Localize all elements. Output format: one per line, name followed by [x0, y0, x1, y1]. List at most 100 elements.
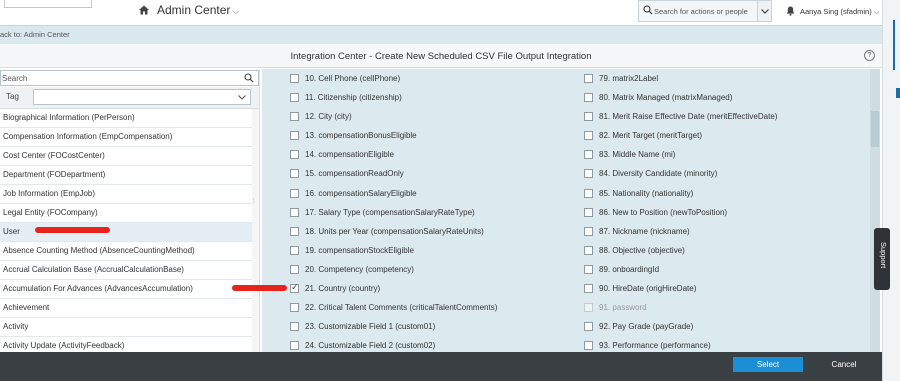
checkbox[interactable]: [290, 303, 299, 313]
search-placeholder: Search for actions or people: [654, 7, 748, 16]
field-option-label: 11. Citizenship (citizenship): [305, 93, 402, 103]
field-option-label: 81. Merit Raise Effective Date (meritEff…: [599, 112, 778, 122]
field-pane-scrollbar[interactable]: [870, 69, 880, 352]
cancel-button[interactable]: Cancel: [815, 357, 873, 372]
side-strip-accent: [893, 20, 895, 70]
field-option-label: 79. matrix2Label: [599, 74, 659, 83]
checkbox[interactable]: [584, 264, 593, 274]
checkbox[interactable]: [290, 322, 299, 332]
entity-list-item[interactable]: Cost Center (FOCostCenter): [0, 147, 252, 166]
checkbox[interactable]: [290, 245, 299, 255]
field-option-label: 85. Nationality (nationality): [599, 188, 694, 198]
entity-search-input[interactable]: Search: [0, 70, 259, 86]
field-option-label: 16. compensationSalaryEligible: [305, 188, 417, 198]
notification-bell-icon[interactable]: [786, 6, 795, 16]
field-option-label: 84. Diversity Candidate (minority): [599, 169, 718, 179]
checkbox-checked[interactable]: [290, 282, 299, 294]
field-option-label: 87. Nickname (nickname): [599, 226, 690, 236]
checkbox[interactable]: [290, 264, 299, 274]
app-title: Admin Center: [157, 3, 231, 17]
tag-filter-row: Tag: [0, 87, 259, 109]
entity-pane: Search Tag Biographical Information (Per…: [0, 69, 260, 352]
field-selection-pane: 10. Cell Phone (cellPhone) 11. Citizenshi…: [262, 69, 880, 352]
checkbox[interactable]: [290, 341, 299, 351]
checkbox[interactable]: [584, 150, 593, 160]
checkbox[interactable]: [584, 226, 593, 236]
checkbox[interactable]: [290, 112, 299, 122]
checkbox[interactable]: [290, 131, 299, 141]
entity-list-item[interactable]: Biographical Information (PerPerson): [0, 109, 252, 128]
entity-list-scrollbar[interactable]: ⁞: [252, 109, 259, 352]
search-icon[interactable]: [244, 73, 254, 83]
search-scope-dropdown[interactable]: [758, 0, 772, 22]
field-option-label: 82. Merit Target (meritTarget): [599, 131, 702, 141]
field-option-label: 12. City (city): [305, 112, 352, 122]
top-bar: Admin Center ⌵ Search for actions or peop…: [0, 0, 900, 26]
checkbox[interactable]: [584, 169, 593, 179]
home-icon[interactable]: [138, 4, 150, 16]
field-option-label: 20. Competency (competency): [305, 264, 414, 274]
field-option-label: 93. Performance (performance): [599, 341, 711, 351]
red-annotation-mark: [35, 227, 110, 233]
breadcrumb-bar: ack to: Admin Center: [0, 26, 900, 44]
field-option-label: 89. onboardingId: [599, 264, 660, 274]
dialog-header: Integration Center - Create New Schedule…: [0, 44, 882, 68]
field-option-label: 23. Customizable Field 1 (custom01): [305, 322, 436, 332]
checkbox[interactable]: [584, 207, 593, 217]
entity-list-item[interactable]: Accumulation For Advances (AdvancesAccum…: [0, 280, 252, 299]
user-menu[interactable]: Aanya Sing (sfadmin) ⌵: [800, 7, 879, 17]
entity-list-item[interactable]: Job Information (EmpJob): [0, 185, 252, 204]
help-icon[interactable]: ?: [864, 50, 875, 61]
checkbox[interactable]: [290, 93, 299, 103]
checkbox[interactable]: [584, 93, 593, 103]
field-option-label: 19. compensationStockEligible: [305, 245, 414, 255]
checkbox[interactable]: [584, 245, 593, 255]
entity-list-item[interactable]: Accrual Calculation Base (AccrualCalcula…: [0, 261, 252, 280]
entity-list-item[interactable]: Activity Update (ActivityFeedback): [0, 337, 252, 352]
field-option-label: 21. Country (country): [305, 284, 381, 294]
user-name: Aanya Sing (sfadmin): [800, 7, 872, 16]
checkbox[interactable]: [290, 207, 299, 217]
checkbox[interactable]: [290, 74, 299, 83]
field-option-label: 17. Salary Type (compensationSalaryRateT…: [305, 207, 475, 217]
scroll-grip-icon[interactable]: ⁞: [253, 199, 258, 209]
checkbox[interactable]: [584, 322, 593, 332]
field-option-label: 86. New to Position (newToPosition): [599, 207, 728, 217]
checkbox[interactable]: [584, 74, 593, 83]
checkbox[interactable]: [290, 188, 299, 198]
scrollbar-thumb[interactable]: [871, 111, 879, 147]
field-option-label: 22. Critical Talent Comments (criticalTa…: [305, 303, 498, 313]
support-tab[interactable]: Support: [874, 228, 890, 290]
field-option-label: 80. Matrix Managed (matrixManaged): [599, 93, 733, 103]
field-option-label: 92. Pay Grade (payGrade): [599, 322, 694, 332]
chevron-down-icon: [238, 95, 246, 100]
entity-list-item[interactable]: Legal Entity (FOCompany): [0, 204, 252, 223]
company-logo[interactable]: [4, 0, 92, 8]
entity-list-item[interactable]: Achievement: [0, 299, 252, 318]
checkbox[interactable]: [584, 341, 593, 351]
entity-list-item[interactable]: Compensation Information (EmpCompensatio…: [0, 128, 252, 147]
checkbox[interactable]: [584, 188, 593, 198]
checkbox[interactable]: [584, 131, 593, 141]
checkbox[interactable]: [584, 284, 593, 294]
tag-select[interactable]: [33, 89, 251, 105]
global-search-input[interactable]: Search for actions or people: [638, 0, 758, 22]
tag-label: Tag: [6, 92, 19, 101]
back-link[interactable]: ack to: Admin Center: [0, 30, 70, 39]
entity-list-item[interactable]: Department (FODepartment): [0, 166, 252, 185]
select-button[interactable]: Select: [733, 357, 803, 372]
checkbox[interactable]: [584, 112, 593, 122]
chevron-down-icon: [761, 9, 769, 14]
entity-list-item[interactable]: Activity: [0, 318, 252, 337]
checkbox[interactable]: [290, 169, 299, 179]
checkbox[interactable]: [290, 150, 299, 160]
entity-search-placeholder: Search: [2, 74, 28, 83]
field-option-label: 10. Cell Phone (cellPhone): [305, 74, 401, 83]
dialog-footer: Select Cancel: [0, 352, 882, 381]
entity-list-item[interactable]: Absence Counting Method (AbsenceCounting…: [0, 242, 252, 261]
field-option-label: 13. compensationBonusEligible: [305, 131, 417, 141]
app-title-menu[interactable]: Admin Center ⌵: [157, 3, 239, 17]
integration-dialog: Integration Center - Create New Schedule…: [0, 44, 882, 381]
field-option-label: 18. Units per Year (compensationSalaryRa…: [305, 226, 484, 236]
checkbox[interactable]: [290, 226, 299, 236]
